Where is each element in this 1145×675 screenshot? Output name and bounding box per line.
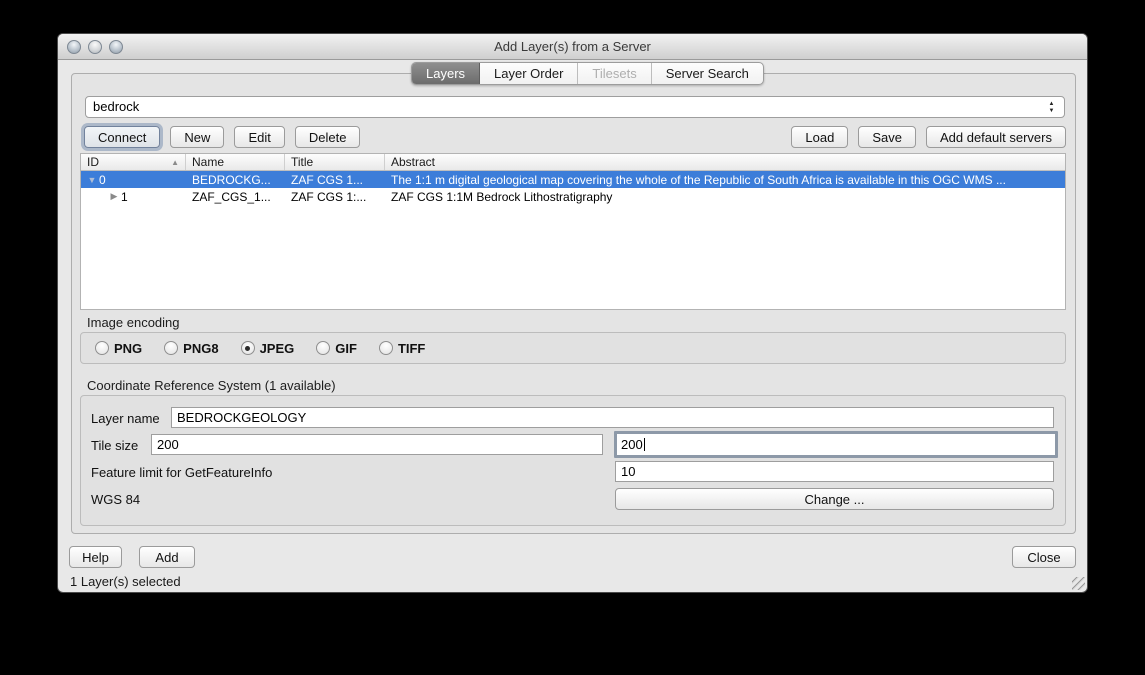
connection-button-row: Connect New Edit Delete Load Save Add de… — [84, 126, 1066, 148]
server-combobox-value: bedrock — [93, 99, 140, 114]
cell-title: ZAF CGS 1:... — [291, 189, 367, 204]
new-button[interactable]: New — [170, 126, 225, 148]
layer-name-label: Layer name — [91, 411, 160, 426]
radio-gif[interactable]: GIF — [316, 341, 357, 356]
crs-group: Layer name Tile size 200 Feature limit f… — [80, 395, 1066, 526]
table-row[interactable]: ▶ 1 ZAF_CGS_1... ZAF CGS 1:... ZAF CGS 1… — [81, 188, 1065, 205]
radio-tiff[interactable]: TIFF — [378, 341, 425, 356]
cell-id: 1 — [121, 189, 128, 204]
radio-unchecked-icon[interactable] — [95, 341, 109, 355]
tab-tilesets: Tilesets — [578, 63, 652, 84]
cell-abstract: The 1:1 m digital geological map coverin… — [391, 172, 1006, 187]
cell-name: BEDROCKG... — [192, 172, 271, 187]
tab-layer-order[interactable]: Layer Order — [480, 63, 579, 84]
add-button[interactable]: Add — [139, 546, 195, 568]
delete-button[interactable]: Delete — [294, 126, 361, 148]
close-button[interactable]: Close — [1012, 546, 1076, 568]
image-encoding-group: PNG PNG8 JPEG GIF TIFF — [80, 332, 1066, 364]
cell-id: 0 — [99, 172, 106, 187]
table-row[interactable]: ▼ 0 BEDROCKG... ZAF CGS 1... The 1:1 m d… — [81, 171, 1065, 188]
column-header-abstract[interactable]: Abstract — [385, 154, 1065, 170]
radio-unchecked-icon[interactable] — [316, 341, 331, 355]
radio-png8[interactable]: PNG8 — [164, 341, 219, 356]
feature-limit-label: Feature limit for GetFeatureInfo — [91, 465, 273, 480]
combobox-stepper-icon[interactable]: ▲ ▼ — [1046, 99, 1057, 117]
save-button[interactable]: Save — [858, 126, 916, 148]
radio-unchecked-icon[interactable] — [378, 341, 393, 355]
change-crs-button[interactable]: Change ... — [615, 488, 1054, 510]
layer-name-input[interactable] — [171, 407, 1054, 428]
image-encoding-label: Image encoding — [87, 315, 180, 330]
selection-status-text: 1 Layer(s) selected — [70, 574, 181, 589]
layer-list-table[interactable]: ID ▲ Name Title Abstract ▼ 0 BEDROCKG...… — [80, 153, 1066, 310]
radio-checked-icon[interactable] — [240, 341, 255, 355]
radio-unchecked-icon[interactable] — [164, 341, 179, 355]
cell-title: ZAF CGS 1... — [291, 172, 364, 187]
column-header-title[interactable]: Title — [285, 154, 385, 170]
cell-abstract: ZAF CGS 1:1M Bedrock Lithostratigraphy — [391, 189, 613, 204]
table-header-row: ID ▲ Name Title Abstract — [81, 154, 1065, 171]
disclosure-closed-icon[interactable]: ▶ — [107, 191, 121, 202]
resize-grip[interactable] — [1072, 577, 1085, 590]
tab-server-search[interactable]: Server Search — [652, 63, 763, 84]
connect-button[interactable]: Connect — [84, 126, 161, 148]
tile-height-input[interactable]: 200 — [614, 431, 1058, 458]
layers-tab-panel: bedrock ▲ ▼ Connect New Edit Delete Load … — [71, 73, 1076, 534]
tile-width-input[interactable] — [151, 434, 603, 455]
radio-png[interactable]: PNG — [95, 341, 142, 356]
feature-limit-input[interactable] — [615, 461, 1054, 482]
title-bar[interactable]: Add Layer(s) from a Server — [58, 34, 1087, 60]
column-header-name[interactable]: Name — [186, 154, 285, 170]
window-title: Add Layer(s) from a Server — [494, 39, 651, 54]
radio-jpeg[interactable]: JPEG — [240, 341, 294, 356]
tile-size-label: Tile size — [91, 438, 139, 453]
text-cursor — [643, 438, 645, 451]
cell-name: ZAF_CGS_1... — [192, 189, 271, 204]
load-button[interactable]: Load — [791, 126, 849, 148]
server-combobox[interactable]: bedrock ▲ ▼ — [85, 96, 1065, 118]
sort-ascending-icon: ▲ — [171, 157, 179, 167]
help-button[interactable]: Help — [69, 546, 122, 568]
edit-button[interactable]: Edit — [234, 126, 285, 148]
dialog-window: Add Layer(s) from a Server Layers Layer … — [57, 33, 1088, 593]
tab-bar: Layers Layer Order Tilesets Server Searc… — [411, 62, 764, 85]
selected-crs-value: WGS 84 — [91, 492, 141, 507]
disclosure-open-icon[interactable]: ▼ — [85, 175, 99, 185]
add-default-servers-button[interactable]: Add default servers — [925, 126, 1066, 148]
tab-layers[interactable]: Layers — [412, 63, 481, 84]
crs-section-label: Coordinate Reference System (1 available… — [87, 378, 336, 393]
column-header-id[interactable]: ID ▲ — [81, 154, 186, 170]
